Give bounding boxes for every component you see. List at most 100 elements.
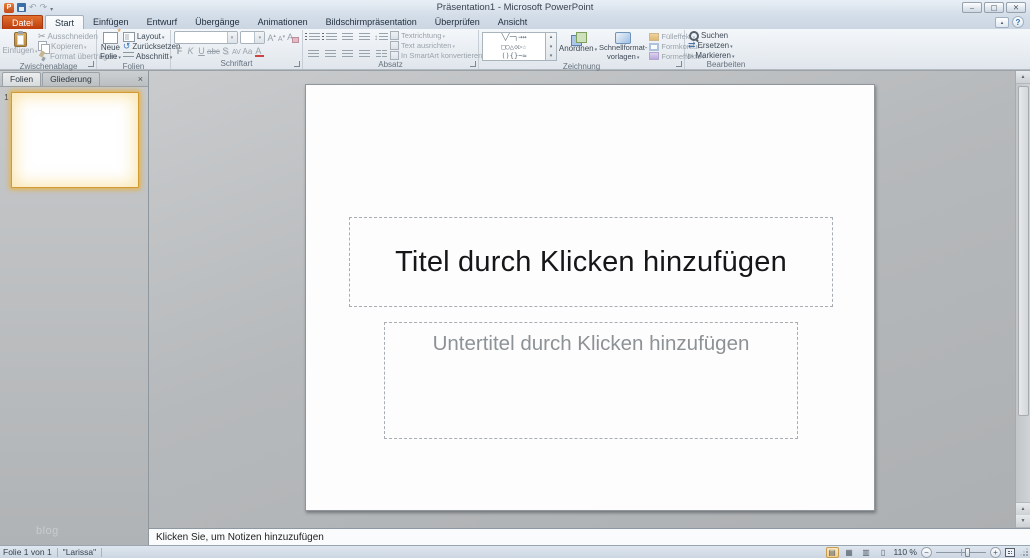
zoom-slider-thumb[interactable] xyxy=(965,548,970,557)
shapes-scroll-down-icon[interactable] xyxy=(550,44,553,50)
help-icon[interactable]: ? xyxy=(1012,16,1024,28)
redo-icon[interactable] xyxy=(40,2,48,13)
slideshow-view-icon[interactable] xyxy=(877,547,890,558)
shape-fill-icon xyxy=(649,33,659,41)
slides-pane: Folien Gliederung × 1 blog xyxy=(0,71,149,545)
tab-entwurf[interactable]: Entwurf xyxy=(138,15,187,29)
close-pane-icon[interactable]: × xyxy=(136,74,145,86)
drawing-dialog-launcher-icon[interactable] xyxy=(676,61,682,67)
zoom-out-button[interactable]: − xyxy=(921,547,932,558)
select-button[interactable]: Markieren xyxy=(688,51,734,61)
minimize-ribbon-icon[interactable] xyxy=(995,17,1009,28)
font-name-combobox[interactable] xyxy=(174,31,238,44)
save-icon[interactable] xyxy=(17,3,26,12)
minimize-button[interactable]: – xyxy=(962,2,982,13)
scrollbar-thumb[interactable] xyxy=(1018,86,1029,416)
tab-folien[interactable]: Folien xyxy=(2,72,41,86)
zoom-level[interactable]: 110 % xyxy=(894,547,917,557)
bold-button[interactable]: F xyxy=(174,45,185,57)
underline-button[interactable]: U xyxy=(196,45,207,57)
ribbon-corner-buttons: ? xyxy=(995,15,1030,29)
tab-start[interactable]: Start xyxy=(45,15,84,29)
slide[interactable]: Titel durch Klicken hinzufügen Untertite… xyxy=(305,84,875,511)
font-color-button[interactable]: A xyxy=(253,45,264,57)
reading-view-icon[interactable] xyxy=(860,547,873,558)
text-direction-button[interactable]: Textrichtung xyxy=(390,31,486,41)
close-button[interactable]: ✕ xyxy=(1006,2,1026,13)
shapes-scroll-up-icon[interactable] xyxy=(550,34,553,40)
justify-icon[interactable] xyxy=(357,48,371,60)
shapes-scroll[interactable] xyxy=(546,32,557,61)
clear-formatting-icon[interactable] xyxy=(287,32,299,44)
thumbnail-strip: 1 xyxy=(0,87,148,188)
arrange-button[interactable]: Anordnen xyxy=(559,31,597,62)
slide-canvas[interactable]: Titel durch Klicken hinzufügen Untertite… xyxy=(149,71,1030,528)
shapes-more-icon[interactable] xyxy=(550,53,553,59)
shapes-gallery[interactable]: ╲╱─┐→↔ □○△◇▷☆ (){}~≈ xyxy=(482,32,557,61)
zoom-slider[interactable] xyxy=(936,547,986,558)
new-slide-label-2: Folie xyxy=(100,53,121,63)
font-name-arrow-icon[interactable] xyxy=(227,32,237,43)
text-shadow-button[interactable]: S xyxy=(220,45,231,57)
find-icon xyxy=(688,30,699,41)
shapes-grid[interactable]: ╲╱─┐→↔ □○△◇▷☆ (){}~≈ xyxy=(482,32,546,61)
clipboard-dialog-launcher-icon[interactable] xyxy=(88,61,94,67)
align-center-icon[interactable] xyxy=(323,48,337,60)
tab-einfuegen[interactable]: Einfügen xyxy=(84,15,138,29)
tab-uebergaenge[interactable]: Übergänge xyxy=(186,15,249,29)
find-button[interactable]: Suchen xyxy=(688,31,734,41)
align-left-icon[interactable] xyxy=(306,48,320,60)
replace-button[interactable]: Ersetzen xyxy=(688,41,734,51)
columns-icon[interactable] xyxy=(374,48,388,60)
line-spacing-icon[interactable] xyxy=(374,31,388,43)
undo-icon[interactable] xyxy=(29,2,37,13)
paragraph-dialog-launcher-icon[interactable] xyxy=(470,61,476,67)
tab-gliederung[interactable]: Gliederung xyxy=(42,72,100,86)
powerpoint-icon[interactable] xyxy=(4,3,14,13)
tab-datei[interactable]: Datei xyxy=(2,15,43,29)
font-dialog-launcher-icon[interactable] xyxy=(294,61,300,67)
align-text-button[interactable]: Text ausrichten xyxy=(390,41,486,51)
customize-qat-arrow-icon[interactable] xyxy=(50,3,53,13)
bullets-icon[interactable] xyxy=(306,31,320,43)
zoom-in-button[interactable]: + xyxy=(990,547,1001,558)
group-editing: Suchen Ersetzen Markieren Bearbeiten xyxy=(685,30,767,69)
convert-smartart-button[interactable]: In SmartArt konvertieren xyxy=(390,51,486,61)
subtitle-placeholder[interactable]: Untertitel durch Klicken hinzufügen xyxy=(384,322,798,439)
new-slide-button[interactable]: Neue Folie xyxy=(100,31,121,62)
title-placeholder[interactable]: Titel durch Klicken hinzufügen xyxy=(349,217,833,307)
tab-bildschirmpraesentation[interactable]: Bildschirmpräsentation xyxy=(317,15,426,29)
scroll-up-icon[interactable]: ▲ xyxy=(1016,71,1030,84)
numbering-icon[interactable] xyxy=(323,31,337,43)
grow-font-icon[interactable] xyxy=(267,33,276,43)
resize-grip[interactable] xyxy=(1019,547,1029,557)
strikethrough-button[interactable]: abc xyxy=(207,45,220,57)
notes-pane[interactable]: Klicken Sie, um Notizen hinzuzufügen xyxy=(149,528,1030,546)
italic-button[interactable]: K xyxy=(185,45,196,57)
shapes-row-1: ╲╱─┐→↔ xyxy=(483,33,545,43)
shrink-font-icon[interactable] xyxy=(278,33,285,43)
paste-button[interactable]: Einfügen xyxy=(4,31,36,62)
align-right-icon[interactable] xyxy=(340,48,354,60)
next-slide-icon[interactable]: ▼ xyxy=(1016,515,1030,528)
slide-sorter-view-icon[interactable] xyxy=(843,547,856,558)
fit-to-window-icon[interactable] xyxy=(1005,548,1015,557)
font-size-combobox[interactable] xyxy=(240,31,266,44)
change-case-button[interactable]: Aa xyxy=(242,45,253,57)
window-controls: – ▢ ✕ xyxy=(962,2,1030,13)
section-label: Abschnitt xyxy=(136,52,172,61)
vertical-scrollbar[interactable]: ▲ ▲ ▼ xyxy=(1015,71,1030,528)
normal-view-icon[interactable] xyxy=(826,547,839,558)
maximize-button[interactable]: ▢ xyxy=(984,2,1004,13)
slide-thumbnail[interactable] xyxy=(11,92,139,188)
previous-slide-icon[interactable]: ▲ xyxy=(1016,502,1030,515)
quick-styles-button[interactable]: Schnellformat- vorlagen xyxy=(599,31,647,62)
font-size-arrow-icon[interactable] xyxy=(254,32,264,43)
decrease-indent-icon[interactable] xyxy=(340,31,354,43)
tab-ansicht[interactable]: Ansicht xyxy=(489,15,537,29)
quick-access-toolbar xyxy=(0,2,53,13)
tab-animationen[interactable]: Animationen xyxy=(249,15,317,29)
character-spacing-button[interactable]: AV xyxy=(231,45,242,57)
tab-ueberpruefen[interactable]: Überprüfen xyxy=(426,15,489,29)
increase-indent-icon[interactable] xyxy=(357,31,371,43)
